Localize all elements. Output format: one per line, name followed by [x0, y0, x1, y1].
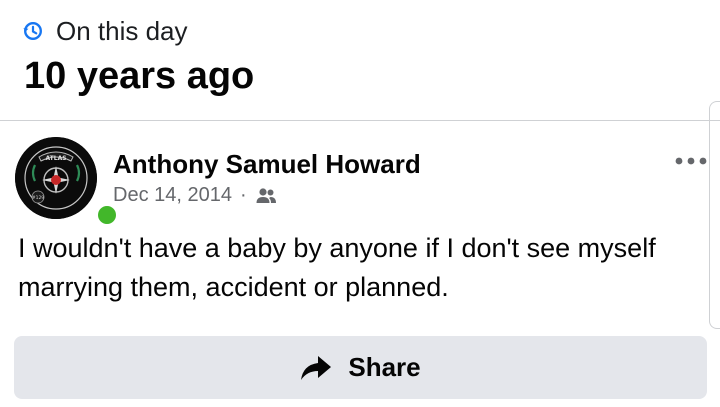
- emblem-text: ATLAS: [45, 155, 66, 162]
- avatar[interactable]: ATLAS #129: [15, 137, 119, 227]
- years-ago-title: 10 years ago: [24, 55, 255, 97]
- share-arrow-icon: [301, 355, 332, 380]
- avatar-emblem: ATLAS #129: [15, 137, 97, 219]
- on-this-day-row: On this day: [22, 14, 188, 48]
- on-this-day-label: On this day: [56, 15, 188, 46]
- meta-separator: ·: [239, 184, 247, 206]
- clock-history-icon: [23, 22, 42, 40]
- post-meta: Dec 14, 2014 ·: [113, 184, 277, 207]
- more-options-icon: [675, 157, 707, 165]
- adjacent-card-edge: [709, 101, 720, 329]
- post-date[interactable]: Dec 14, 2014: [113, 184, 232, 207]
- share-button[interactable]: Share: [14, 336, 707, 399]
- post-text: I wouldn't have a baby by anyone if I do…: [18, 233, 656, 302]
- share-label: Share: [348, 352, 421, 382]
- post-card: ATLAS #129 Anthony Samuel Howard Dec 14,…: [0, 101, 720, 407]
- more-options-button[interactable]: [673, 149, 709, 173]
- friends-icon: [256, 187, 276, 203]
- memory-post-screen: On this day 10 years ago ATLAS #129 Anth…: [0, 0, 720, 407]
- author-name[interactable]: Anthony Samuel Howard: [113, 149, 421, 180]
- emblem-badge-text: #129: [32, 195, 44, 201]
- memories-header: On this day 10 years ago: [0, 0, 720, 120]
